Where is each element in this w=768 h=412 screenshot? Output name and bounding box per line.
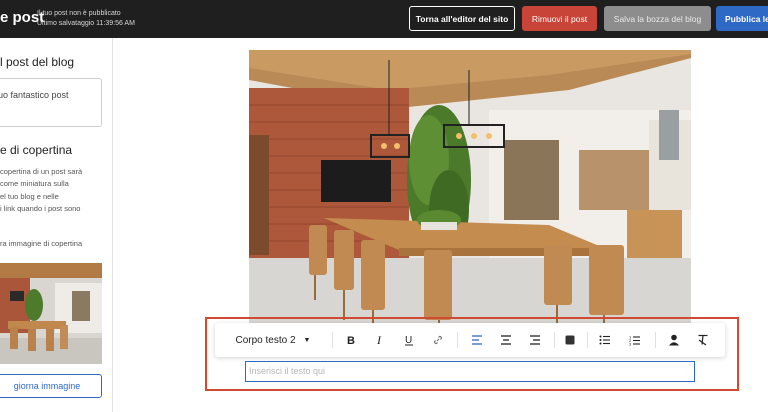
toolbar-divider [655,332,656,348]
toolbar-divider [587,332,588,348]
remove-post-button[interactable]: Rimuovi il post [522,6,597,31]
underline-button[interactable]: U [397,323,421,357]
chevron-down-icon: ▼ [303,336,311,344]
toolbar-divider [554,332,555,348]
bullet-list-icon [599,335,610,345]
editor-canvas: Corpo testo 2 ▼ B I U 1 2 3 Inserisci il… [113,38,768,412]
cover-image-description: copertina di un post sarà come miniatura… [0,166,112,215]
align-left-button[interactable] [465,323,489,357]
cover-thumbnail-image [0,263,102,364]
text-style-select[interactable]: Corpo testo 2 ▼ [223,323,323,357]
svg-text:3: 3 [629,341,632,346]
bold-button[interactable]: B [339,323,363,357]
align-center-icon [501,335,511,345]
person-icon [669,334,679,346]
cover-image-thumbnail[interactable] [0,263,102,364]
post-title-heading: l post del blog [0,55,75,69]
link-icon [433,335,443,345]
italic-button[interactable]: I [368,323,392,357]
toolbar-divider [457,332,458,348]
post-title-value: uo fantastico post [0,90,69,100]
numbered-list-icon: 123 [629,335,640,346]
svg-text:U: U [405,335,412,346]
body-text-placeholder: Inserisci il testo qui [249,366,326,376]
svg-text:I: I [376,334,382,346]
description-line: i link quando i post sono [0,203,81,213]
post-title-field[interactable]: uo fantastico post [0,78,102,127]
underline-icon: U [405,335,413,346]
align-right-button[interactable] [523,323,547,357]
publish-button[interactable]: Pubblica le [716,6,768,31]
clear-format-icon [698,334,708,346]
post-image[interactable] [249,50,691,326]
align-right-icon [530,335,540,345]
settings-sidebar: l post del blog uo fantastico post e di … [0,38,113,412]
dining-room-photo [249,50,691,326]
text-style-value: Corpo testo 2 [235,334,296,346]
bullet-list-button[interactable] [593,323,617,357]
back-to-editor-button[interactable]: Torna all'editor del sito [409,6,515,31]
text-color-button[interactable] [558,323,582,357]
numbered-list-button[interactable]: 123 [623,323,647,357]
cover-image-heading: e di copertina [0,143,73,157]
description-line: copertina di un post sarà [0,167,83,176]
status-unpublished: Il tuo post non è pubblicato [37,10,121,17]
description-line: el tuo blog e nelle [0,191,59,201]
top-bar: e post Il tuo post non è pubblicato Ulti… [0,0,768,38]
body-text-input[interactable]: Inserisci il testo qui [245,361,695,382]
text-format-toolbar: Corpo testo 2 ▼ B I U 1 2 3 [215,323,725,357]
italic-icon: I [376,334,382,346]
person-button[interactable] [662,323,686,357]
svg-text:B: B [347,335,355,346]
align-center-button[interactable] [494,323,518,357]
color-swatch-icon [565,335,575,345]
update-image-button[interactable]: giorna immagine [0,374,102,398]
description-line: come miniatura sulla [0,179,69,189]
link-button[interactable] [426,323,450,357]
clear-format-button[interactable] [691,323,715,357]
save-draft-button[interactable]: Salva la bozza del blog [604,6,711,31]
align-left-icon [472,335,482,345]
status-last-saved: Ultimo salvataggio 11:39:56 AM [37,20,135,27]
cover-image-label: ra immagine di copertina [0,239,83,248]
bold-icon: B [347,335,355,346]
toolbar-divider [332,332,333,348]
publish-status: Il tuo post non è pubblicato Ultimo salv… [37,9,135,29]
